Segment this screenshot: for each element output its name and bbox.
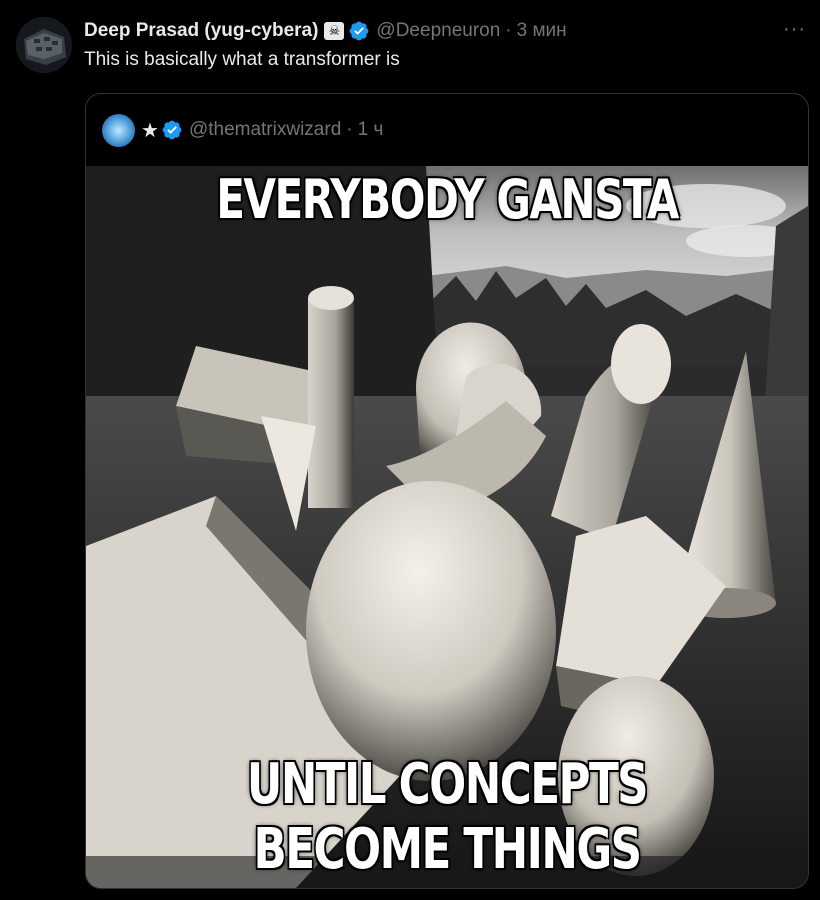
quoted-tweet[interactable]: ★ @thematrixwizard · 1 ч EVERYBODY GANST…: [85, 93, 809, 889]
separator-dot: ·: [346, 119, 353, 140]
author-handle[interactable]: @Deepneuron: [376, 20, 500, 42]
verified-badge-icon[interactable]: [161, 119, 183, 141]
star-icon: ★: [141, 119, 159, 142]
more-options-icon[interactable]: ···: [783, 19, 806, 39]
meme-top-caption: EVERYBODY GANSTA: [216, 168, 679, 231]
quoted-tweet-header: ★ @thematrixwizard · 1 ч: [102, 113, 383, 147]
meme-image[interactable]: EVERYBODY GANSTA UNTIL CONCEPTS BECOME T…: [86, 166, 808, 888]
verified-badge-icon[interactable]: [348, 20, 370, 42]
avatar-image: [16, 17, 72, 73]
quoted-timestamp[interactable]: 1 ч: [358, 119, 384, 141]
skull-crossbones-icon[interactable]: ☠: [324, 22, 345, 40]
tweet-text: This is basically what a transformer is: [84, 49, 400, 70]
avatar[interactable]: [16, 17, 72, 73]
quoted-handle[interactable]: @thematrixwizard: [189, 119, 341, 141]
tweet-header: Deep Prasad (yug-cybera) ☠ @Deepneuron ·…: [84, 19, 567, 43]
tweet: Deep Prasad (yug-cybera) ☠ @Deepneuron ·…: [0, 0, 820, 900]
display-name[interactable]: Deep Prasad (yug-cybera): [84, 20, 318, 42]
timestamp[interactable]: 3 мин: [517, 20, 567, 42]
separator-dot: ·: [505, 20, 512, 41]
meme-bottom-caption: UNTIL CONCEPTS BECOME THINGS: [246, 752, 649, 882]
quoted-avatar[interactable]: [102, 113, 135, 147]
